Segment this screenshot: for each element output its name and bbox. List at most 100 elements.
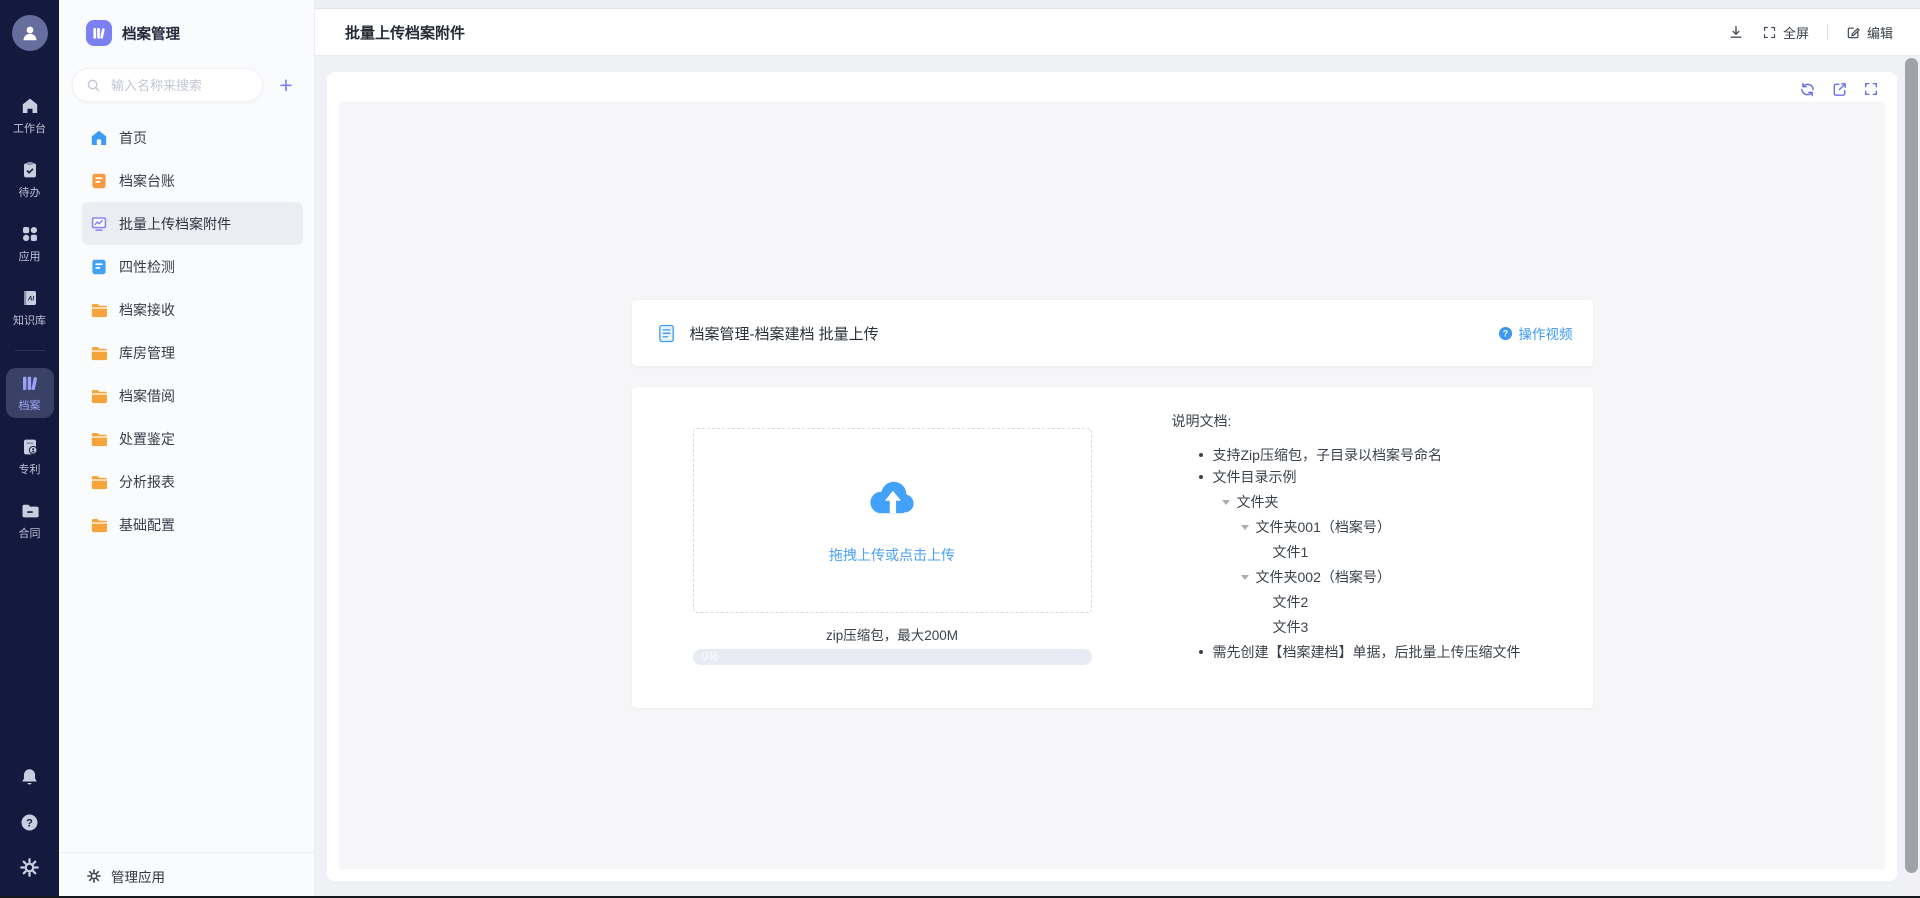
rail-item-label: 待办 xyxy=(19,184,41,200)
sidebar-item-label: 四性检测 xyxy=(119,257,175,277)
sidebar-item-label: 档案借阅 xyxy=(119,386,175,406)
fullscreen-icon xyxy=(1762,25,1777,40)
svg-text:?: ? xyxy=(26,817,33,829)
tree-node-label: 文件夹002（档案号） xyxy=(1256,567,1391,588)
folder-icon xyxy=(90,301,108,319)
caret-down-icon xyxy=(1241,525,1249,530)
sidebar-item-label: 处置鉴定 xyxy=(119,429,175,449)
instruction-item: 需先创建【档案建档】单据，后批量上传压缩文件 xyxy=(1172,641,1612,663)
rail-item-patent[interactable]: 专利 xyxy=(6,432,54,482)
panel-body: 档案管理-档案建档 批量上传 ? 操作视频 xyxy=(339,102,1885,869)
scrollbar-thumb[interactable] xyxy=(1905,58,1918,873)
upload-dropzone[interactable]: 拖拽上传或点击上传 xyxy=(693,428,1092,613)
instructions-panel: 说明文档: 支持Zip压缩包，子目录以档案号命名 文件目录示例 xyxy=(1172,411,1612,663)
main-area: 批量上传档案附件 全屏 编辑 xyxy=(315,0,1920,898)
books-icon xyxy=(20,373,40,393)
house-icon xyxy=(90,129,108,147)
sidebar-menu: 首页 档案台账 批量上传档案附件 四性检测 档案接收 xyxy=(82,116,303,546)
rail-item-label: 专利 xyxy=(19,461,41,477)
manage-apps-button[interactable]: 管理应用 xyxy=(59,852,314,898)
app-title: 档案管理 xyxy=(122,23,180,44)
add-button[interactable]: + xyxy=(271,70,301,100)
video-link[interactable]: ? 操作视频 xyxy=(1498,323,1573,343)
upload-column: 拖拽上传或点击上传 zip压缩包，最大200M 0% xyxy=(693,428,1092,665)
fullscreen-label: 全屏 xyxy=(1783,23,1809,42)
rail-item-workbench[interactable]: 工作台 xyxy=(6,91,54,141)
rail-item-contract[interactable]: 合同 xyxy=(6,496,54,546)
title-card-left: 档案管理-档案建档 批量上传 xyxy=(656,323,879,344)
upload-progress-bar: 0% xyxy=(693,649,1092,665)
rail-item-label: 合同 xyxy=(19,525,41,541)
caret-down-icon xyxy=(1241,575,1249,580)
sidebar-header: 档案管理 xyxy=(59,0,314,46)
blue-document-icon xyxy=(656,323,677,344)
gear-icon xyxy=(86,868,102,884)
tree-node-label: 文件1 xyxy=(1273,542,1309,563)
rail-item-apps[interactable]: 应用 xyxy=(6,219,54,269)
download-icon xyxy=(1728,24,1744,40)
sidebar-item-batch-upload[interactable]: 批量上传档案附件 xyxy=(82,202,303,245)
header-actions: 全屏 编辑 xyxy=(1728,23,1893,42)
search-input[interactable] xyxy=(109,77,252,94)
bullet-dot xyxy=(1199,475,1203,479)
instruction-text: 文件目录示例 xyxy=(1213,469,1297,485)
sidebar-item-label: 基础配置 xyxy=(119,515,175,535)
card-title: 档案管理-档案建档 批量上传 xyxy=(690,323,879,344)
home-icon xyxy=(20,96,40,116)
fullscreen-button[interactable]: 全屏 xyxy=(1762,23,1809,42)
instructions-heading: 说明文档: xyxy=(1172,411,1612,431)
rail-item-label: 档案 xyxy=(19,397,41,413)
content-panel: 档案管理-档案建档 批量上传 ? 操作视频 xyxy=(327,72,1897,881)
title-card: 档案管理-档案建档 批量上传 ? 操作视频 xyxy=(632,300,1593,366)
sidebar-item-config[interactable]: 基础配置 xyxy=(82,503,303,546)
refresh-icon[interactable] xyxy=(1799,81,1816,98)
search-row: + xyxy=(72,68,301,102)
upload-card: 拖拽上传或点击上传 zip压缩包，最大200M 0% 说明文档: 支持Z xyxy=(632,387,1593,708)
page-header: 批量上传档案附件 全屏 编辑 xyxy=(315,9,1920,56)
dropzone-text: 拖拽上传或点击上传 xyxy=(829,545,955,565)
tree-node-folder002: 文件夹002（档案号） xyxy=(1172,567,1612,588)
top-strip xyxy=(315,0,1920,9)
sidebar-item-disposal[interactable]: 处置鉴定 xyxy=(82,417,303,460)
bullet-dot xyxy=(1199,650,1203,654)
sidebar-item-four-check[interactable]: 四性检测 xyxy=(82,245,303,288)
tree-node-folder001: 文件夹001（档案号） xyxy=(1172,517,1612,538)
sidebar-item-home[interactable]: 首页 xyxy=(82,116,303,159)
folder-icon xyxy=(20,501,40,521)
document-person-icon xyxy=(20,437,40,457)
open-external-icon[interactable] xyxy=(1831,81,1848,98)
rail-item-label: 应用 xyxy=(19,248,41,264)
rail-nav: 工作台 待办 应用 AI 知识库 档案 xyxy=(0,91,59,546)
sidebar-item-receive[interactable]: 档案接收 xyxy=(82,288,303,331)
sidebar-item-warehouse[interactable]: 库房管理 xyxy=(82,331,303,374)
sidebar-item-reports[interactable]: 分析报表 xyxy=(82,460,303,503)
sidebar-item-borrow[interactable]: 档案借阅 xyxy=(82,374,303,417)
rail-item-knowledge[interactable]: AI 知识库 xyxy=(6,283,54,333)
rail-item-todo[interactable]: 待办 xyxy=(6,155,54,205)
settings-gear-icon[interactable] xyxy=(19,857,40,878)
app-logo-books-icon xyxy=(86,20,112,46)
download-button[interactable] xyxy=(1728,24,1744,40)
document-icon xyxy=(90,172,108,190)
help-icon[interactable]: ? xyxy=(19,812,40,833)
tree-node-file2: 文件2 xyxy=(1172,592,1612,613)
folder-icon xyxy=(90,430,108,448)
sidebar-item-label: 档案接收 xyxy=(119,300,175,320)
edit-button[interactable]: 编辑 xyxy=(1846,23,1893,42)
sidebar-item-label: 档案台账 xyxy=(119,171,175,191)
tree-node-label: 文件夹 xyxy=(1237,492,1279,513)
tree-node-label: 文件3 xyxy=(1273,617,1309,638)
sidebar-item-ledger[interactable]: 档案台账 xyxy=(82,159,303,202)
caret-down-icon xyxy=(1222,500,1230,505)
edit-label: 编辑 xyxy=(1867,23,1893,42)
panel-toolbar xyxy=(1799,81,1879,98)
avatar[interactable] xyxy=(12,15,48,51)
upload-size-hint: zip压缩包，最大200M xyxy=(693,624,1092,644)
panel-fullscreen-icon[interactable] xyxy=(1863,81,1879,98)
document-icon xyxy=(90,258,108,276)
rail-item-archive[interactable]: 档案 xyxy=(6,368,54,418)
cloud-upload-icon xyxy=(865,477,919,519)
bell-icon[interactable] xyxy=(19,767,40,788)
header-divider xyxy=(1827,24,1828,40)
tree-node-file1: 文件1 xyxy=(1172,542,1612,563)
